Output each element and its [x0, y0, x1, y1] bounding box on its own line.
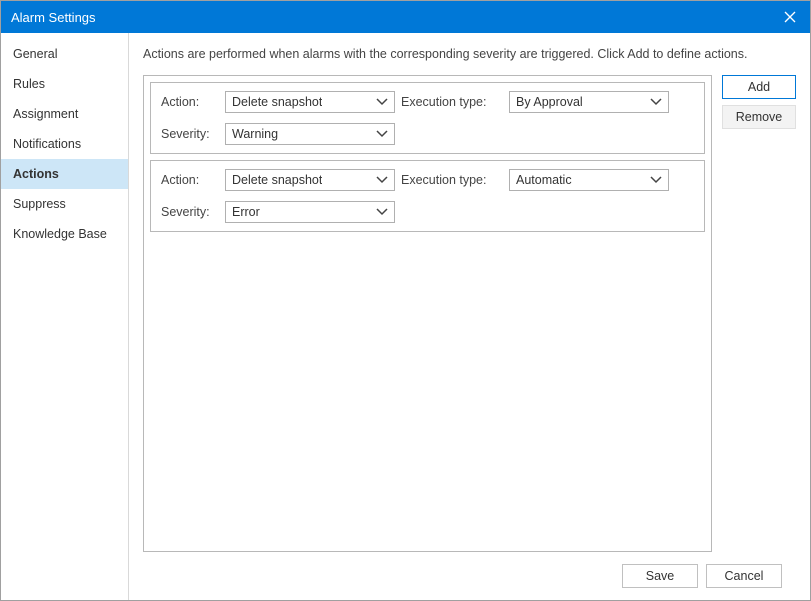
- sidebar-item-label: Suppress: [13, 197, 66, 211]
- titlebar: Alarm Settings: [1, 1, 810, 33]
- window-title: Alarm Settings: [11, 10, 96, 25]
- chevron-down-icon: [376, 208, 388, 216]
- side-buttons: Add Remove: [722, 75, 796, 552]
- severity-select-value: Error: [232, 205, 260, 219]
- button-label: Remove: [736, 110, 783, 124]
- action-label: Action:: [161, 95, 219, 109]
- execution-type-select[interactable]: Automatic: [509, 169, 669, 191]
- sidebar-item-general[interactable]: General: [1, 39, 128, 69]
- action-select[interactable]: Delete snapshot: [225, 91, 395, 113]
- sidebar-item-label: General: [13, 47, 57, 61]
- content-row: Action: Delete snapshot Execution type: …: [143, 75, 796, 552]
- button-label: Cancel: [725, 569, 764, 583]
- records-container: Action: Delete snapshot Execution type: …: [143, 75, 712, 552]
- sidebar-item-actions[interactable]: Actions: [1, 159, 128, 189]
- chevron-down-icon: [376, 176, 388, 184]
- sidebar-item-label: Notifications: [13, 137, 81, 151]
- severity-select[interactable]: Error: [225, 201, 395, 223]
- execution-type-label: Execution type:: [401, 173, 503, 187]
- save-button[interactable]: Save: [622, 564, 698, 588]
- window-body: General Rules Assignment Notifications A…: [1, 33, 810, 600]
- close-button[interactable]: [770, 1, 810, 33]
- action-record: Action: Delete snapshot Execution type: …: [150, 160, 705, 232]
- description-text: Actions are performed when alarms with t…: [143, 47, 796, 61]
- severity-select[interactable]: Warning: [225, 123, 395, 145]
- severity-select-value: Warning: [232, 127, 278, 141]
- chevron-down-icon: [650, 176, 662, 184]
- sidebar: General Rules Assignment Notifications A…: [1, 33, 129, 600]
- chevron-down-icon: [376, 130, 388, 138]
- close-icon: [784, 11, 796, 23]
- sidebar-item-label: Assignment: [13, 107, 78, 121]
- alarm-settings-window: Alarm Settings General Rules Assignment …: [0, 0, 811, 601]
- sidebar-item-knowledge-base[interactable]: Knowledge Base: [1, 219, 128, 249]
- sidebar-item-rules[interactable]: Rules: [1, 69, 128, 99]
- execution-type-select-value: Automatic: [516, 173, 572, 187]
- sidebar-item-label: Actions: [13, 167, 59, 181]
- sidebar-item-suppress[interactable]: Suppress: [1, 189, 128, 219]
- execution-type-select[interactable]: By Approval: [509, 91, 669, 113]
- button-label: Save: [646, 569, 675, 583]
- sidebar-item-notifications[interactable]: Notifications: [1, 129, 128, 159]
- action-select-value: Delete snapshot: [232, 95, 322, 109]
- main-panel: Actions are performed when alarms with t…: [129, 33, 810, 600]
- sidebar-item-assignment[interactable]: Assignment: [1, 99, 128, 129]
- sidebar-item-label: Knowledge Base: [13, 227, 107, 241]
- remove-button: Remove: [722, 105, 796, 129]
- action-label: Action:: [161, 173, 219, 187]
- severity-label: Severity:: [161, 205, 219, 219]
- add-button[interactable]: Add: [722, 75, 796, 99]
- footer: Save Cancel: [143, 552, 796, 600]
- chevron-down-icon: [376, 98, 388, 106]
- action-select[interactable]: Delete snapshot: [225, 169, 395, 191]
- action-record: Action: Delete snapshot Execution type: …: [150, 82, 705, 154]
- chevron-down-icon: [650, 98, 662, 106]
- sidebar-item-label: Rules: [13, 77, 45, 91]
- cancel-button[interactable]: Cancel: [706, 564, 782, 588]
- severity-label: Severity:: [161, 127, 219, 141]
- execution-type-label: Execution type:: [401, 95, 503, 109]
- button-label: Add: [748, 80, 770, 94]
- action-select-value: Delete snapshot: [232, 173, 322, 187]
- execution-type-select-value: By Approval: [516, 95, 583, 109]
